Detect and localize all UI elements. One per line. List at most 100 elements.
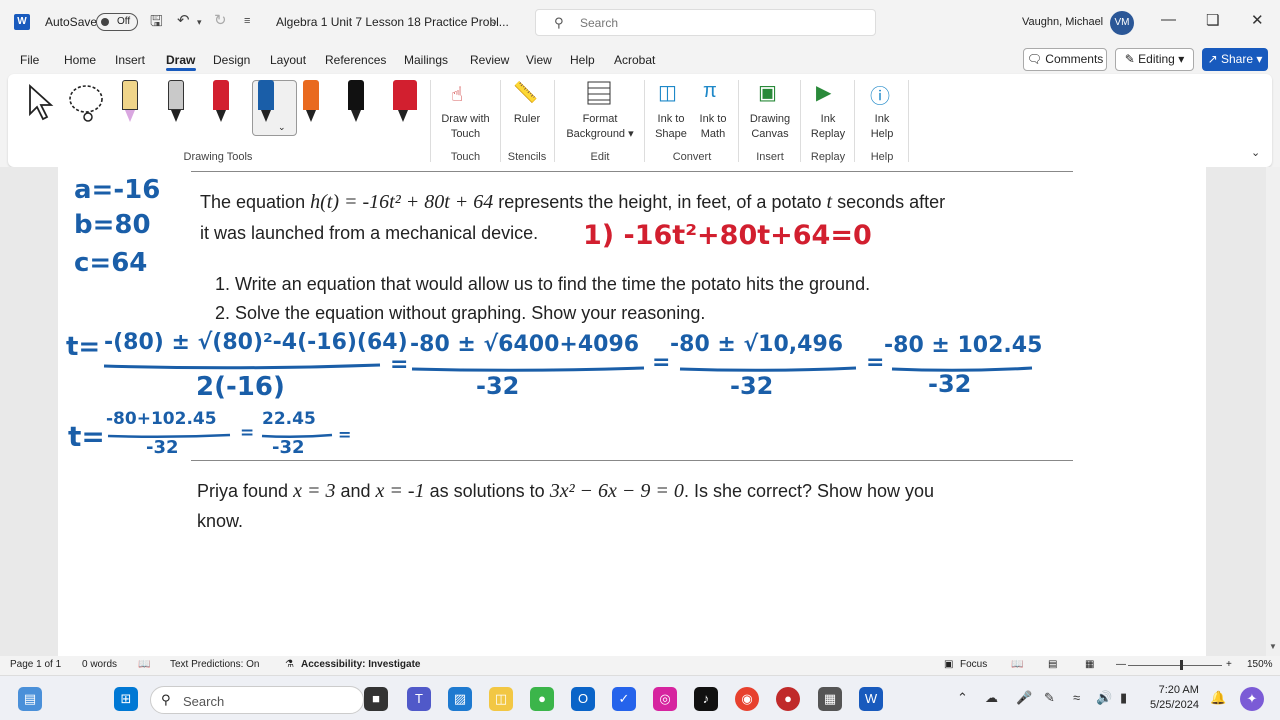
outlook-icon[interactable]: O [571,687,595,711]
save-icon[interactable]: 🖫 [150,11,163,36]
focus-button[interactable]: Focus [960,659,987,670]
close-icon[interactable]: ✕ [1251,11,1264,29]
vertical-scrollbar[interactable] [1266,167,1280,656]
instagram-icon[interactable]: ◎ [653,687,677,711]
zoom-out-icon[interactable]: — [1116,659,1126,670]
redo-icon[interactable]: ↻ [214,11,227,29]
tab-view[interactable]: View [526,53,552,67]
system-clock[interactable]: 7:20 AM 5/25/2024 [1150,683,1199,713]
zoom-slider-thumb[interactable] [1180,660,1183,670]
ruler-button[interactable]: Ruler [503,112,551,127]
web-layout-icon[interactable]: ▦ [1085,659,1094,670]
ink-help-button[interactable]: Ink Help [858,112,906,142]
title-dropdown-icon[interactable]: ⌄ [490,16,498,27]
page-count[interactable]: Page 1 of 1 [10,659,61,670]
tab-draw[interactable]: Draw [166,53,195,67]
microphone-icon[interactable]: 🎤 [1016,690,1032,706]
search-placeholder: Search [580,16,619,30]
tiktok-icon[interactable]: ♪ [694,687,718,711]
format-background-button[interactable]: Format Background ▾ [558,112,642,142]
minimize-icon[interactable]: — [1161,11,1176,28]
search-box[interactable]: ⚲ Search [535,9,876,36]
tab-design[interactable]: Design [213,53,250,67]
app-icon-red[interactable]: ● [776,687,800,711]
print-layout-icon[interactable]: ▤ [1048,659,1057,670]
ink-numerator-2: -80 ± √6400+4096 [410,332,640,357]
draw-with-touch-button[interactable]: Draw with Touch [433,112,498,142]
customize-toolbar-icon[interactable]: ≡ [244,15,250,27]
word-count[interactable]: 0 words [82,659,117,670]
zoom-in-icon[interactable]: + [1226,659,1232,670]
zoom-level[interactable]: 150% [1247,659,1273,670]
undo-icon[interactable]: ↶ [177,11,190,29]
pen-tool-2[interactable] [166,80,186,126]
widgets-icon[interactable]: ▤ [18,687,42,711]
share-button[interactable]: ↗ Share ▾ [1202,48,1268,71]
notification-bell-icon[interactable]: 🔔 [1210,690,1226,706]
pen-tool-3[interactable] [211,80,231,126]
pen-tool-7[interactable] [391,80,419,126]
ink-to-shape-label-2: Shape [655,128,687,140]
pen-tool-4-selected[interactable] [256,80,276,126]
app-icon-green[interactable]: ● [530,687,554,711]
pen-dropdown-icon[interactable]: ⌄ [278,122,286,133]
collapse-ribbon-icon[interactable]: ⌄ [1251,146,1260,159]
taskbar-search[interactable]: ⚲ Search [150,686,364,714]
proofing-icon[interactable]: 📖 [138,659,150,670]
ink-replay-button[interactable]: Ink Replay [804,112,852,142]
user-name[interactable]: Vaughn, Michael [1022,16,1103,28]
pen-tool-6[interactable] [346,80,366,126]
tab-home[interactable]: Home [64,53,96,67]
group-label-help: Help [870,151,894,163]
ink-denominator-4: -32 [928,370,972,398]
copilot-icon[interactable]: ✦ [1240,687,1264,711]
read-mode-icon[interactable]: 📖 [1011,659,1023,670]
volume-icon[interactable]: 🔊 [1096,690,1112,706]
chrome-icon[interactable]: ◉ [735,687,759,711]
title-bar: W AutoSave Off 🖫 ↶ ▾ ↻ ≡ Algebra 1 Unit … [0,0,1280,44]
start-icon[interactable]: ⊞ [114,687,138,711]
tab-review[interactable]: Review [470,53,509,67]
comments-button[interactable]: 🗨 Comments [1023,48,1107,71]
onedrive-icon[interactable]: ☁ [985,690,998,706]
tab-insert[interactable]: Insert [115,53,145,67]
ink-replay-label: Ink [820,113,836,125]
ink-to-shape-button[interactable]: Ink to Shape [648,112,694,142]
pen-tool-5[interactable] [301,80,321,126]
taskbar: ▤ ⊞ ⚲ Search ■ T ▨ ◫ ● O ✓ ◎ ♪ ◉ ● ▦ W ⌃… [0,675,1280,720]
undo-dropdown-icon[interactable]: ▾ [197,17,202,28]
store-icon[interactable]: ▨ [448,687,472,711]
tab-acrobat[interactable]: Acrobat [614,53,655,67]
lasso-select-icon[interactable] [66,82,106,124]
avatar[interactable]: VM [1110,11,1134,35]
tab-file[interactable]: File [20,53,39,67]
drawing-canvas-button[interactable]: Drawing Canvas [742,112,798,142]
pen-tray-icon[interactable]: ✎ [1044,690,1055,706]
pen-tool-1[interactable] [120,80,140,126]
restore-icon[interactable]: ❏ [1206,11,1219,29]
todo-icon[interactable]: ✓ [612,687,636,711]
tab-help[interactable]: Help [570,53,595,67]
editing-button[interactable]: ✎ Editing ▾ [1115,48,1194,71]
ink-to-math-button[interactable]: Ink to Math [692,112,734,142]
scroll-down-icon[interactable]: ▼ [1269,642,1277,651]
calculator-icon[interactable]: ▦ [818,687,842,711]
tray-overflow-icon[interactable]: ⌃ [957,690,968,706]
task-view-icon[interactable]: ■ [364,687,388,711]
select-arrow-icon[interactable] [26,82,56,122]
tab-layout[interactable]: Layout [270,53,306,67]
accessibility-status[interactable]: Accessibility: Investigate [301,659,421,670]
tab-mailings[interactable]: Mailings [404,53,448,67]
word-taskbar-icon[interactable]: W [859,687,883,711]
tab-references[interactable]: References [325,53,386,67]
file-explorer-icon[interactable]: ◫ [489,687,513,711]
zoom-slider[interactable] [1128,665,1222,666]
document-title[interactable]: Algebra 1 Unit 7 Lesson 18 Practice Prob… [276,15,509,29]
wifi-icon[interactable]: ≈ [1073,690,1080,705]
text-predictions[interactable]: Text Predictions: On [170,659,259,670]
teams-icon[interactable]: T [407,687,431,711]
autosave-toggle[interactable]: Off [96,13,138,31]
ink-numerator-1: -(80) ± √(80)²-4(-16)(64) [104,330,408,355]
battery-icon[interactable]: ▮ [1120,690,1127,706]
draw-with-touch-icon: ☝ [451,84,464,106]
